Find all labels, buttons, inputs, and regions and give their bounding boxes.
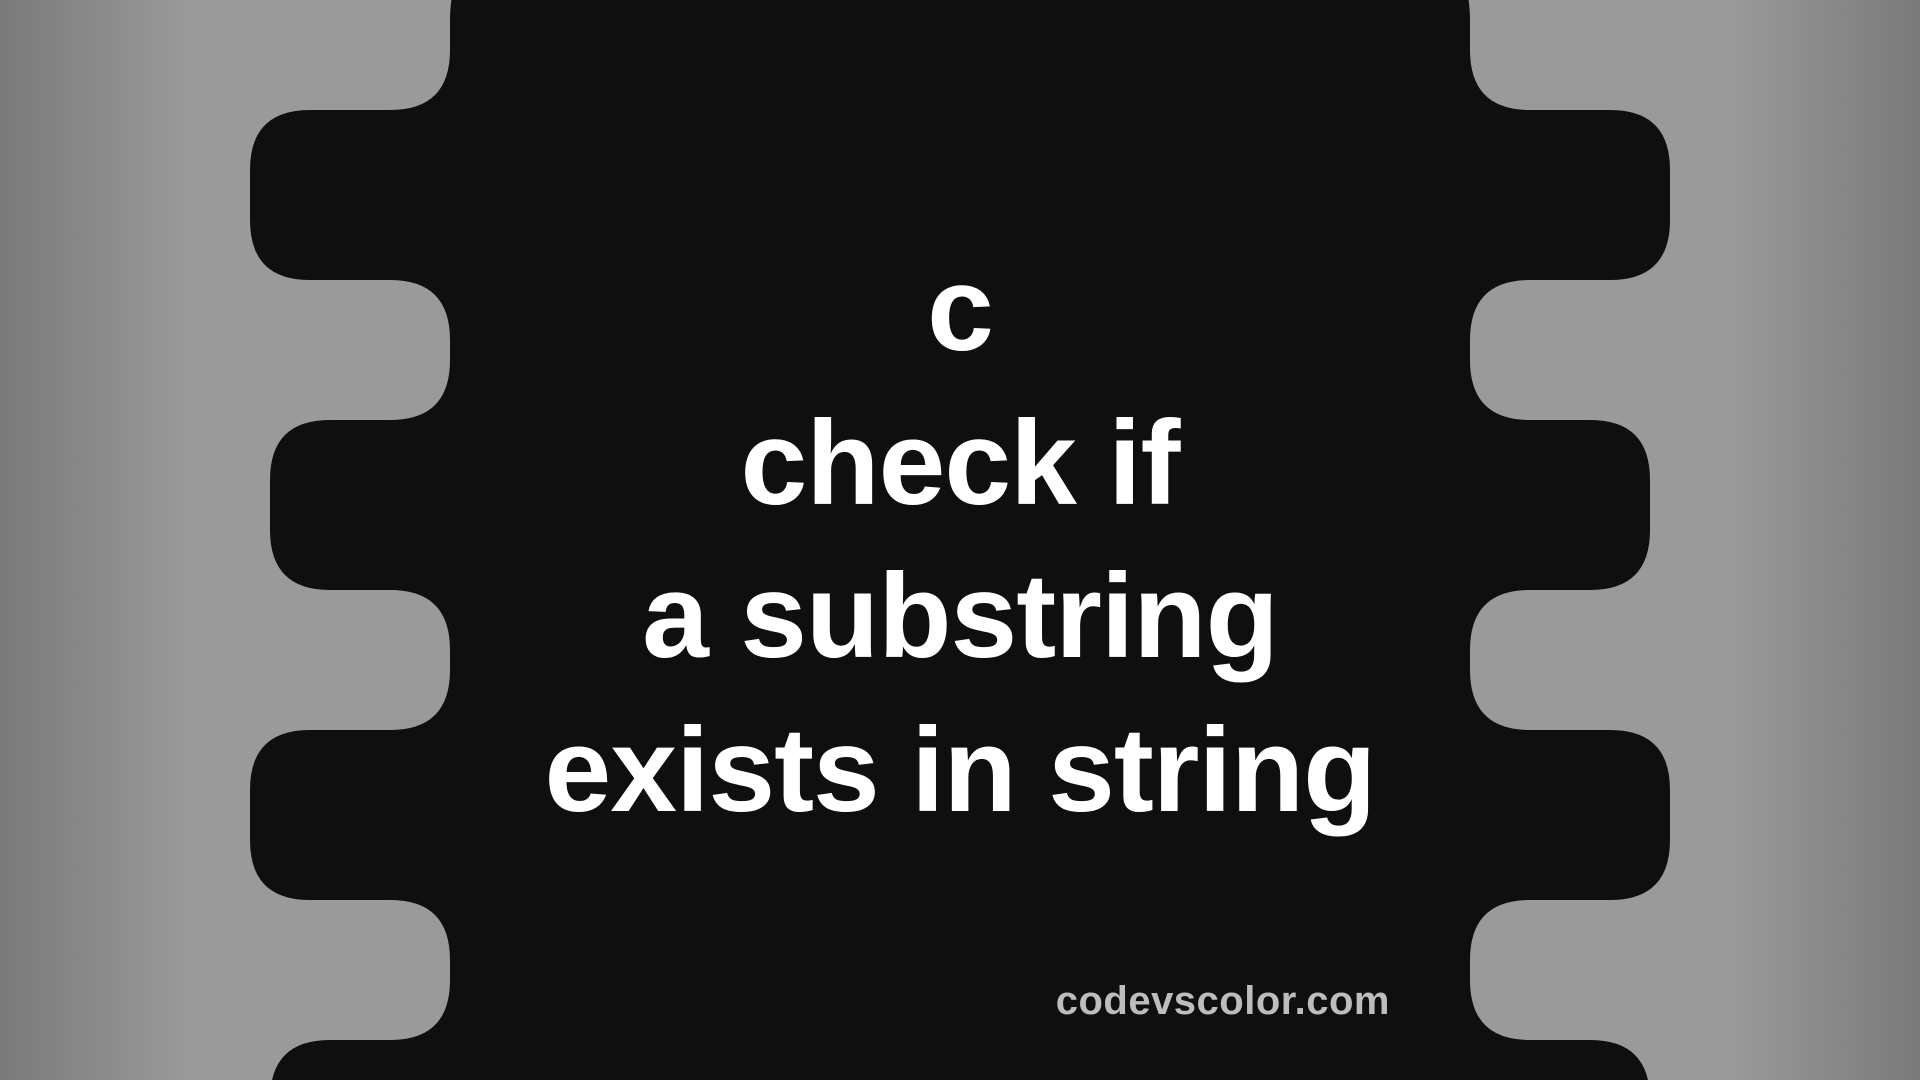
watermark-text: codevscolor.com (1056, 979, 1390, 1024)
title-line-3: a substring (0, 540, 1920, 694)
title-block: c check if a substring exists in string (0, 233, 1920, 847)
hero-blob-container: c check if a substring exists in string … (0, 0, 1920, 1080)
title-line-2: check if (0, 386, 1920, 540)
title-line-4: exists in string (0, 694, 1920, 848)
title-line-1: c (0, 233, 1920, 387)
